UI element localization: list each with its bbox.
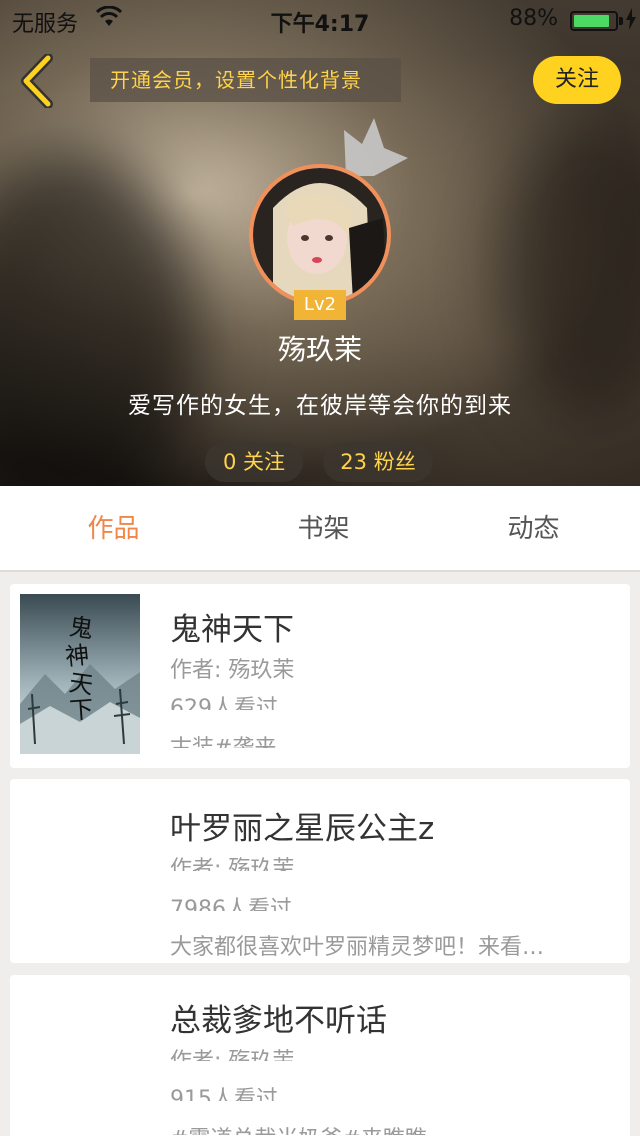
charging-icon (626, 8, 636, 30)
profile-header: 无服务 下午4:17 88% 开通会员，设置个性化背景 关注 Lv2 殇玖茉 爱… (0, 0, 640, 486)
user-bio: 爱写作的女生，在彼岸等会你的到来 (128, 393, 512, 419)
book-tags: 古装#袭来 (170, 730, 600, 748)
tab-works[interactable]: 作品 (7, 486, 220, 572)
battery-icon (570, 11, 618, 31)
avatar-image (253, 168, 387, 302)
profile-tabs: 作品 书架 动态 (0, 486, 640, 572)
book-card[interactable]: 鬼 神 天 下 鬼神天下 作者: 殇玖茉 629人看过 古装#袭来 (10, 584, 630, 768)
book-title: 叶罗丽之星辰公主z (170, 811, 435, 847)
fans-count-button[interactable]: 23 粉丝 (323, 442, 433, 482)
status-bar: 无服务 下午4:17 88% (0, 0, 640, 40)
svg-text:神: 神 (64, 641, 91, 671)
follow-button[interactable]: 关注 (533, 56, 621, 104)
book-description: 大家都很喜欢叶罗丽精灵梦吧！来看… (170, 935, 545, 960)
battery-percent: 88% (509, 6, 558, 31)
book-read-count: 7986人看过 (170, 897, 292, 911)
book-title: 鬼神天下 (170, 612, 294, 648)
svg-text:下: 下 (68, 695, 94, 725)
battery-nub (619, 17, 623, 25)
book-author: 作者: 殇玖茉 (170, 658, 295, 683)
tab-activity[interactable]: 动态 (427, 486, 640, 572)
book-author: 作者: 殇玖茉 (170, 1043, 600, 1061)
book-title: 总裁爹地不听话 (170, 1003, 387, 1039)
username: 殇玖茉 (277, 333, 362, 366)
background-shade (0, 150, 200, 486)
back-chevron-icon[interactable] (18, 54, 58, 108)
vip-background-banner[interactable]: 开通会员，设置个性化背景 (90, 58, 401, 102)
tab-bookshelf[interactable]: 书架 (217, 486, 430, 572)
book-author: 作者: 殇玖茉 (170, 857, 295, 871)
book-read-count: 629人看过 (170, 696, 278, 710)
following-count-button[interactable]: 0 关注 (205, 442, 303, 482)
svg-text:鬼: 鬼 (67, 613, 95, 644)
book-cover: 鬼 神 天 下 (20, 594, 140, 754)
book-read-count: 915人看过 (170, 1087, 278, 1101)
book-card[interactable]: 叶罗丽之星辰公主z 作者: 殇玖茉 7986人看过 大家都很喜欢叶罗丽精灵梦吧！… (10, 779, 630, 963)
book-card[interactable]: 总裁爹地不听话 作者: 殇玖茉 915人看过 #霸道总裁当奶爸#来瞧瞧 (10, 975, 630, 1136)
background-shade (500, 120, 640, 420)
avatar[interactable] (249, 164, 391, 306)
book-tags: #霸道总裁当奶爸#来瞧瞧 (170, 1121, 600, 1135)
level-badge: Lv2 (294, 290, 346, 320)
